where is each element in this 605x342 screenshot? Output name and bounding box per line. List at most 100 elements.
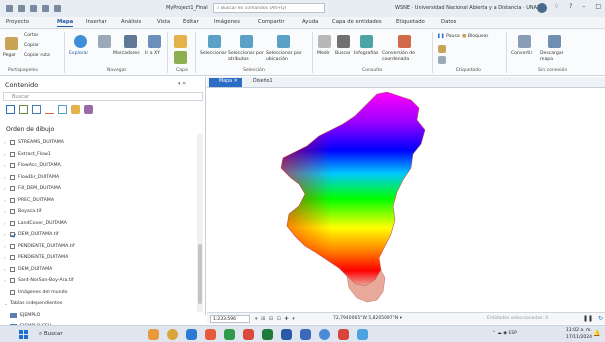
list-item[interactable]: › DEM_DUITAMA.tif	[4, 229, 196, 241]
list-item[interactable]: › STREAMS_DUITAMA	[4, 137, 196, 149]
pause-labels-button[interactable]: ❚❚ Pausa	[437, 34, 460, 39]
widgets-icon[interactable]	[148, 329, 159, 340]
list-by-labeling-icon[interactable]	[71, 105, 80, 114]
restore-button[interactable]: □	[595, 3, 601, 10]
redo-icon[interactable]	[54, 5, 61, 12]
edge-icon[interactable]	[186, 329, 197, 340]
contents-scrollbar[interactable]	[197, 134, 203, 312]
table-item[interactable]: EJEMPLO	[4, 310, 196, 322]
cut-button[interactable]: Cortar	[24, 33, 38, 38]
app-icon-2[interactable]	[224, 329, 235, 340]
list-item[interactable]: › LandCover_DUITAMA	[4, 218, 196, 230]
coordinate-readout[interactable]: 72,7940065°W 5,8205097°N ▾	[333, 316, 402, 321]
convert-button[interactable]: Convertir	[511, 51, 532, 56]
list-item[interactable]: › Fill_DEM_DUITAMA	[4, 183, 196, 195]
layer-visibility-checkbox[interactable]	[10, 174, 15, 180]
infographics-button[interactable]: Infografías	[354, 51, 378, 56]
minimize-button[interactable]: –	[582, 3, 585, 10]
goto-xy-button[interactable]: Ir a XY	[145, 51, 160, 56]
find-icon[interactable]	[337, 35, 350, 48]
dem-raster-map[interactable]	[207, 88, 605, 312]
list-item[interactable]: › Sant-NorSan-Boy-Ara.tif	[4, 275, 196, 287]
layer-visibility-checkbox[interactable]	[10, 163, 15, 169]
map-navigation-tools[interactable]: ▾ ⊞ ⊟ ⊡ ✚ ▾	[255, 316, 296, 322]
tab-mapa[interactable]: Mapa	[57, 19, 74, 27]
add-data-icon[interactable]	[174, 51, 187, 64]
save-icon[interactable]	[30, 5, 37, 12]
help-icon[interactable]: ?	[569, 3, 572, 10]
list-by-editing-icon[interactable]	[45, 105, 54, 114]
measure-button[interactable]: Medir	[317, 51, 330, 56]
select-by-attributes-button[interactable]: Seleccionar por atributos	[228, 51, 268, 62]
undo-icon[interactable]	[42, 5, 49, 12]
list-item[interactable]: › PENDIENTE_DUITAMA.tif	[4, 241, 196, 253]
layer-visibility-checkbox[interactable]	[10, 255, 15, 261]
list-by-selection-icon[interactable]	[32, 105, 41, 114]
tab-datos[interactable]: Datos	[441, 19, 456, 25]
command-search[interactable]: ⌕	[213, 3, 325, 13]
user-avatar[interactable]	[537, 3, 547, 13]
paste-icon[interactable]	[5, 37, 18, 50]
tab-imagenes[interactable]: Imágenes	[214, 19, 240, 25]
layer-visibility-checkbox[interactable]	[10, 197, 15, 203]
tab-analisis[interactable]: Análisis	[121, 19, 141, 25]
list-item[interactable]: › PREC_DUITAMA	[4, 195, 196, 207]
tab-compartir[interactable]: Compartir	[258, 19, 285, 25]
list-item[interactable]: › DEM_DUITAMA	[4, 264, 196, 276]
copy-path-button[interactable]: Copiar ruta	[24, 53, 50, 58]
list-item[interactable]: › PENDIENTE_DUITAMA	[4, 252, 196, 264]
tab-diseno-view[interactable]: Diseño1	[243, 78, 277, 87]
list-item[interactable]: › Boyaca.tif	[4, 206, 196, 218]
notification-icon[interactable]: ♢	[554, 3, 559, 10]
clock-time[interactable]: 11:02 a. m.	[566, 328, 592, 333]
app-icon-5[interactable]	[319, 329, 330, 340]
tab-ayuda[interactable]: Ayuda	[302, 19, 318, 25]
list-by-drawing-order-icon[interactable]	[6, 105, 15, 114]
open-project-icon[interactable]	[18, 5, 25, 12]
goto-xy-icon[interactable]	[148, 35, 161, 48]
layer-visibility-checkbox[interactable]	[10, 289, 15, 295]
list-item[interactable]: › FlowAcc_DUITAMA	[4, 160, 196, 172]
list-by-charts-icon[interactable]	[84, 105, 93, 114]
layer-visibility-checkbox[interactable]	[10, 186, 15, 192]
label-class-icon[interactable]	[438, 45, 446, 53]
notifications-icon[interactable]: 🔔	[593, 330, 600, 337]
layer-visibility-checkbox[interactable]	[10, 266, 15, 272]
standalone-tables-group[interactable]: ⌄ Tablas independientes	[4, 298, 196, 310]
layer-visibility-checkbox[interactable]	[10, 209, 15, 215]
tab-editar[interactable]: Editar	[183, 19, 199, 25]
select-by-attributes-icon[interactable]	[240, 35, 253, 48]
bookmarks-button[interactable]: Marcadores	[113, 51, 140, 56]
convert-icon[interactable]	[518, 35, 531, 48]
select-icon[interactable]	[208, 35, 221, 48]
download-map-button[interactable]: Descargar mapa	[540, 51, 570, 62]
layer-visibility-checkbox[interactable]	[10, 151, 15, 157]
explore-button[interactable]: Explorar	[69, 51, 88, 56]
infographics-icon[interactable]	[360, 35, 373, 48]
select-by-location-icon[interactable]	[277, 35, 290, 48]
command-search-input[interactable]	[220, 6, 321, 11]
layer-visibility-checkbox[interactable]	[10, 232, 15, 238]
close-icon[interactable]: ✕	[234, 79, 238, 84]
select-button[interactable]: Seleccionar	[200, 51, 227, 56]
list-item[interactable]: › FlowDir_DUITAMA	[4, 172, 196, 184]
copy-button[interactable]: Copiar	[24, 43, 39, 48]
tab-capa-entidades[interactable]: Capa de entidades	[332, 19, 382, 25]
tab-etiquetado[interactable]: Etiquetado	[396, 19, 425, 25]
measure-icon[interactable]	[318, 35, 331, 48]
label-options-icon[interactable]	[438, 56, 446, 64]
explore-icon[interactable]	[74, 35, 87, 48]
app-icon-6[interactable]	[338, 329, 349, 340]
bookmarks-icon[interactable]	[124, 35, 137, 48]
app-icon-4[interactable]	[300, 329, 311, 340]
windows-start-icon[interactable]	[19, 330, 28, 339]
list-item[interactable]: › Extract_Flow1	[4, 149, 196, 161]
excel-icon[interactable]	[262, 329, 273, 340]
layer-visibility-checkbox[interactable]	[10, 220, 15, 226]
download-map-icon[interactable]	[548, 35, 561, 48]
list-by-source-icon[interactable]	[19, 105, 28, 114]
contents-search-input[interactable]: Buscar	[3, 92, 203, 101]
taskbar-search[interactable]: ⌕ Buscar	[39, 331, 63, 338]
layer-visibility-checkbox[interactable]	[10, 278, 15, 284]
new-project-icon[interactable]	[6, 5, 13, 12]
